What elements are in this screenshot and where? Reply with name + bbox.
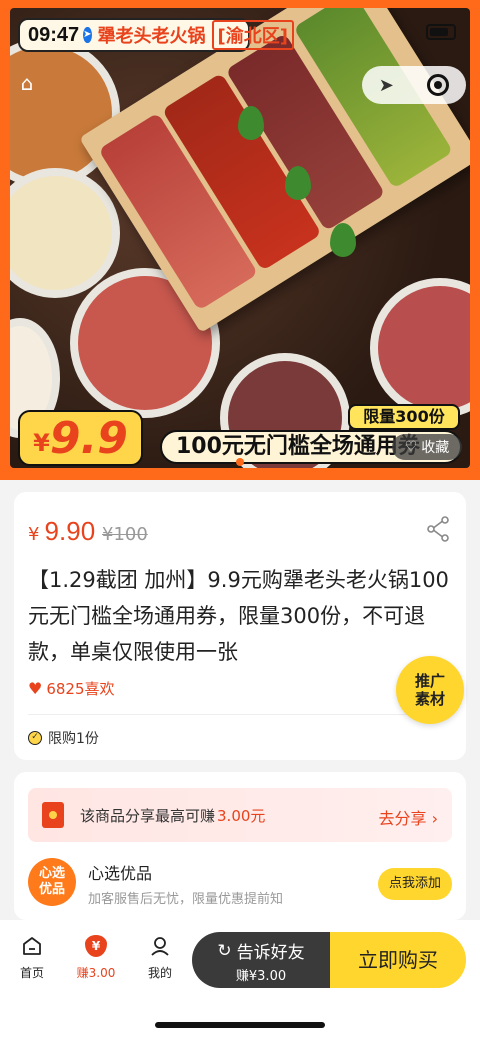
chevron-right-icon: › [431, 809, 438, 828]
product-title: 【1.29截团 加州】9.9元购犟老头老火锅100元无门槛全场通用券，限量300… [28, 568, 449, 664]
add-contact-button[interactable]: 点我添加 [378, 868, 452, 900]
capsule-nav: ➤ [362, 66, 466, 104]
likes-label: 6825喜欢 [46, 680, 115, 698]
tab-mine[interactable]: 我的 [138, 932, 182, 981]
shop-name: 心选优品 [88, 864, 153, 883]
earn-text: 该商品分享最高可赚 [80, 806, 216, 825]
product-info-card: ¥ 9.90 ¥100 【1.29截团 加州】9.9元购犟老头老火锅100元无门… [14, 492, 466, 760]
promo-line2: 素材 [414, 690, 445, 708]
tab-earn[interactable]: ¥ 赚3.00 [74, 932, 118, 981]
go-share-label: 去分享 [378, 809, 427, 828]
tab-home-label: 首页 [19, 966, 44, 980]
hero-district: [渝北区] [211, 20, 294, 50]
hero-price-badge: ¥ 9.9 [18, 410, 143, 466]
tab-home[interactable]: 首页 [10, 932, 54, 981]
navigate-icon[interactable]: ➤ [379, 75, 394, 96]
heart-icon: ♥ [28, 679, 43, 698]
current-price: ¥ 9.90 [28, 516, 95, 547]
share-earn-bar[interactable]: 该商品分享最高可赚 3.00元 去分享 › [28, 788, 452, 842]
battery-icon [426, 24, 456, 40]
hero-price-value: 9.9 [49, 412, 128, 464]
hero-price-currency: ¥ [33, 429, 50, 457]
home-outline-icon[interactable]: ⌂ [16, 72, 38, 94]
money-bag-icon: ¥ [85, 935, 107, 957]
home-icon [23, 937, 41, 955]
share-icon[interactable] [426, 516, 450, 542]
go-share-link[interactable]: 去分享 › [378, 805, 438, 829]
original-price: ¥100 [102, 524, 148, 545]
price-currency: ¥ [28, 524, 40, 545]
hero-banner: 09:47 ➤ 犟老头老火锅 [渝北区] ⌂ ➤ ¥ 9.9 限量300份 10… [0, 0, 480, 480]
user-icon [151, 937, 169, 956]
favorite-button[interactable]: ♡ 收藏 [392, 434, 462, 460]
purchase-limit-label: 限购1份 [48, 731, 99, 747]
hero-limited-badge: 限量300份 [348, 404, 460, 430]
carousel-indicator [236, 458, 244, 466]
location-arrow-icon: ➤ [83, 27, 92, 43]
status-time: 09:47 [28, 23, 80, 46]
red-envelope-icon [42, 802, 64, 828]
shop-logo-line1: 心选 [38, 866, 65, 881]
check-icon: ✓ [28, 731, 42, 745]
shop-logo: 心选 优品 [28, 858, 76, 906]
tab-earn-label: 赚3.00 [76, 966, 116, 980]
favorite-label: 收藏 [421, 440, 450, 456]
refresh-share-icon: ↻ [217, 940, 232, 961]
target-icon[interactable] [427, 74, 450, 96]
tell-friends-earn: 赚¥3.00 [235, 969, 287, 984]
heart-outline-icon: ♡ [404, 439, 418, 455]
buy-now-button[interactable]: 立即购买 [330, 932, 466, 988]
price-value: 9.90 [44, 516, 96, 546]
divider [28, 714, 452, 715]
shop-title-bar: 09:47 ➤ 犟老头老火锅 [渝北区] [18, 18, 294, 52]
shop-logo-line2: 优品 [38, 882, 65, 897]
shop-description: 加客服售后无忧，限量优惠提前知 [88, 892, 284, 907]
hero-shop-name: 犟老头老火锅 [97, 26, 206, 47]
promo-line1: 推广 [414, 672, 445, 690]
earn-amount: 3.00元 [217, 806, 266, 825]
tell-friends-button[interactable]: ↻ 告诉好友 赚¥3.00 [192, 932, 330, 988]
tab-mine-label: 我的 [147, 966, 172, 980]
promo-material-button[interactable]: 推广 素材 [396, 656, 464, 724]
likes-count[interactable]: ♥ 6825喜欢 [28, 678, 115, 699]
tell-friends-label: 告诉好友 [236, 943, 305, 963]
home-indicator [155, 1022, 325, 1028]
share-card: 该商品分享最高可赚 3.00元 去分享 › 心选 优品 心选优品 加客服售后无忧… [14, 772, 466, 920]
purchase-limit: ✓ 限购1份 [28, 728, 99, 748]
